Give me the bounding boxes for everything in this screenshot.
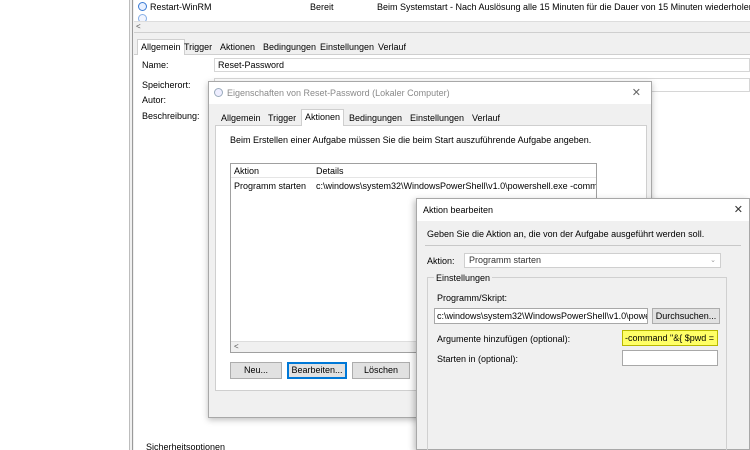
properties-tabs: Allgemein Trigger Aktionen Bedingungen E… bbox=[215, 109, 647, 127]
action-select-value: Programm starten bbox=[469, 255, 542, 265]
edit-action-dialog: Aktion bearbeiten ✕ Geben Sie die Aktion… bbox=[416, 198, 750, 450]
actions-list-header: Aktion Details bbox=[231, 164, 596, 178]
tab-trigger[interactable]: Trigger bbox=[181, 40, 215, 55]
properties-titlebar[interactable]: Eigenschaften von Reset-Password (Lokale… bbox=[209, 82, 651, 104]
detail-tabs: Allgemein Trigger Aktionen Bedingungen E… bbox=[134, 39, 750, 56]
divider bbox=[425, 245, 741, 246]
name-field[interactable]: Reset-Password bbox=[214, 58, 750, 72]
chevron-down-icon: ⌄ bbox=[710, 257, 716, 264]
column-details[interactable]: Details bbox=[316, 164, 344, 178]
edit-action-title: Aktion bearbeiten bbox=[423, 205, 494, 215]
arguments-label: Argumente hinzufügen (optional): bbox=[437, 334, 571, 344]
tab-aktionen[interactable]: Aktionen bbox=[217, 40, 258, 55]
delete-button[interactable]: Löschen bbox=[352, 362, 410, 379]
name-label: Name: bbox=[142, 60, 169, 70]
tab-aktionen[interactable]: Aktionen bbox=[301, 109, 345, 127]
program-field[interactable]: c:\windows\system32\WindowsPowerShell\v1… bbox=[434, 308, 648, 324]
task-row-partial[interactable] bbox=[134, 13, 750, 21]
splitter[interactable] bbox=[130, 0, 133, 450]
browse-button[interactable]: Durchsuchen... bbox=[652, 308, 720, 324]
edit-button[interactable]: Bearbeiten... bbox=[287, 362, 347, 379]
actions-description: Beim Erstellen einer Aufgabe müssen Sie … bbox=[230, 135, 592, 145]
task-trigger: Beim Systemstart - Nach Auslösung alle 1… bbox=[377, 2, 750, 12]
location-label: Speicherort: bbox=[142, 80, 191, 90]
tab-einstellungen[interactable]: Einstellungen bbox=[317, 40, 377, 55]
description-label: Beschreibung: bbox=[142, 111, 200, 121]
navigation-pane bbox=[0, 0, 130, 450]
close-icon[interactable]: ✕ bbox=[734, 199, 743, 221]
author-label: Autor: bbox=[142, 95, 167, 105]
program-label: Programm/Skript: bbox=[437, 293, 508, 303]
tab-bedingungen[interactable]: Bedingungen bbox=[346, 111, 405, 126]
tab-verlauf[interactable]: Verlauf bbox=[469, 111, 503, 126]
tab-einstellungen[interactable]: Einstellungen bbox=[407, 111, 467, 126]
clock-icon bbox=[138, 13, 150, 21]
edit-action-header: Geben Sie die Aktion an, die von der Auf… bbox=[427, 229, 705, 239]
clock-icon bbox=[138, 2, 147, 11]
list-item[interactable]: Programm starten c:\windows\system32\Win… bbox=[231, 179, 596, 193]
clock-icon bbox=[214, 88, 223, 97]
tab-trigger[interactable]: Trigger bbox=[265, 111, 299, 126]
action-select[interactable]: Programm starten ⌄ bbox=[464, 253, 721, 268]
tab-bedingungen[interactable]: Bedingungen bbox=[260, 40, 319, 55]
task-row[interactable]: Restart-WinRM Bereit Beim Systemstart - … bbox=[134, 1, 750, 13]
properties-title: Eigenschaften von Reset-Password (Lokale… bbox=[227, 88, 450, 98]
new-button[interactable]: Neu... bbox=[230, 362, 282, 379]
tab-allgemein[interactable]: Allgemein bbox=[218, 111, 264, 126]
action-label: Aktion: bbox=[427, 256, 455, 266]
tab-allgemein[interactable]: Allgemein bbox=[137, 39, 185, 56]
action-type: Programm starten bbox=[234, 181, 307, 191]
task-list: Restart-WinRM Bereit Beim Systemstart - … bbox=[134, 0, 750, 33]
close-icon[interactable]: ✕ bbox=[632, 82, 641, 104]
start-in-label: Starten in (optional): bbox=[437, 354, 519, 364]
arguments-field[interactable]: -command "&{ $pwd = C bbox=[622, 330, 718, 346]
task-name-cell: Restart-WinRM bbox=[138, 1, 212, 13]
task-status: Bereit bbox=[310, 2, 334, 12]
task-list-scrollbar[interactable]: < bbox=[134, 21, 750, 32]
settings-group: Einstellungen Programm/Skript: c:\window… bbox=[427, 273, 727, 450]
settings-group-label: Einstellungen bbox=[434, 273, 493, 283]
column-aktion[interactable]: Aktion bbox=[234, 164, 259, 178]
action-details: c:\windows\system32\WindowsPowerShell\v1… bbox=[316, 181, 597, 191]
security-options-heading: Sicherheitsoptionen bbox=[146, 442, 226, 450]
task-name: Restart-WinRM bbox=[150, 2, 212, 12]
scroll-left-arrow[interactable]: < bbox=[136, 22, 141, 31]
tab-verlauf[interactable]: Verlauf bbox=[375, 40, 409, 55]
edit-action-titlebar[interactable]: Aktion bearbeiten ✕ bbox=[417, 199, 749, 221]
start-in-field[interactable] bbox=[622, 350, 718, 366]
